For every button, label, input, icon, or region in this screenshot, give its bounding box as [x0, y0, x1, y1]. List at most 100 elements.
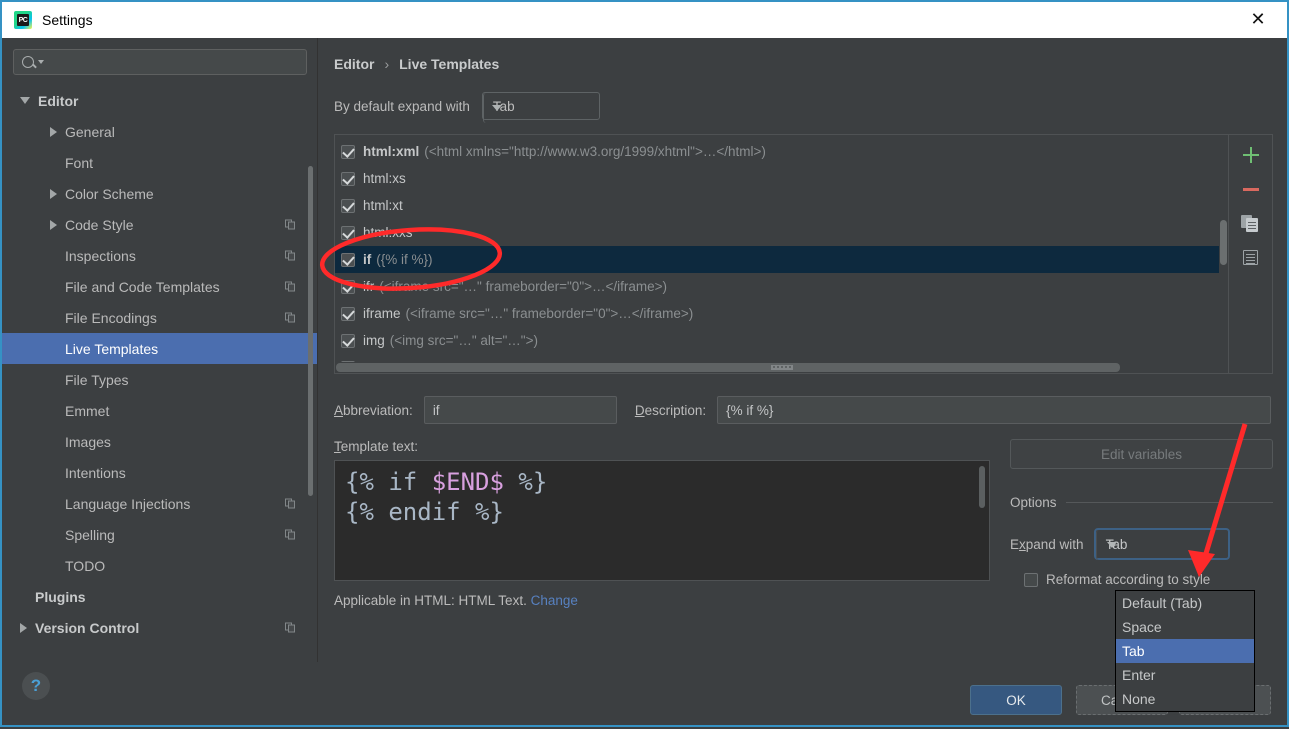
sidebar-item-todo[interactable]: TODO	[2, 550, 318, 581]
reformat-row[interactable]: Reformat according to style	[1010, 572, 1273, 587]
table-row[interactable]: ifr(<iframe src="…" frameborder="0">…</i…	[335, 273, 1228, 300]
sidebar-item-intentions[interactable]: Intentions	[2, 457, 318, 488]
editor-scrollbar-thumb[interactable]	[979, 466, 985, 508]
table-row[interactable]: html:xs	[335, 165, 1228, 192]
remove-icon[interactable]	[1241, 179, 1261, 199]
description-value: {% if %}	[726, 403, 773, 418]
templates-vscroll-thumb[interactable]	[1220, 220, 1227, 265]
copy-icon[interactable]	[1241, 213, 1261, 233]
sidebar-item-version-control[interactable]: Version Control	[2, 612, 318, 643]
sidebar-item-file-and-code-templates[interactable]: File and Code Templates	[2, 271, 318, 302]
project-scope-icon	[285, 498, 296, 509]
duplicate-icon[interactable]	[1241, 247, 1261, 267]
change-context-link[interactable]: Change	[531, 593, 578, 608]
help-icon[interactable]: ?	[22, 672, 50, 700]
description-input[interactable]: {% if %}	[717, 396, 1271, 424]
sidebar-item-code-style[interactable]: Code Style	[2, 209, 318, 240]
edit-variables-button[interactable]: Edit variables	[1010, 439, 1273, 469]
tree-spacer	[50, 562, 57, 569]
table-row[interactable]: html:xxs	[335, 219, 1228, 246]
applicable-text: Applicable in HTML: HTML Text.	[334, 593, 527, 608]
expand-with-row: Expand with Tab	[1010, 528, 1273, 560]
chevron-right-icon[interactable]	[50, 220, 57, 230]
template-enabled-checkbox[interactable]	[341, 307, 355, 321]
template-enabled-checkbox[interactable]	[341, 280, 355, 294]
search-box[interactable]	[13, 49, 307, 75]
sidebar-item-editor[interactable]: Editor	[2, 85, 318, 116]
sidebar-item-language-injections[interactable]: Language Injections	[2, 488, 318, 519]
sidebar-item-font[interactable]: Font	[2, 147, 318, 178]
dropdown-option[interactable]: Enter	[1116, 663, 1254, 687]
table-row[interactable]: html:xt	[335, 192, 1228, 219]
sidebar-item-spelling[interactable]: Spelling	[2, 519, 318, 550]
sidebar-item-label: Language Injections	[65, 496, 190, 512]
expand-with-combo[interactable]: Tab	[1094, 528, 1230, 560]
sidebar-item-images[interactable]: Images	[2, 426, 318, 457]
dropdown-option[interactable]: None	[1116, 687, 1254, 711]
default-expand-row: By default expand with Tab	[334, 92, 1273, 120]
sidebar-item-plugins[interactable]: Plugins	[2, 581, 318, 612]
sidebar-item-general[interactable]: General	[2, 116, 318, 147]
abbreviation-label: Abbreviation:	[334, 403, 413, 418]
table-row[interactable]: img(<img src="…" alt="…">)	[335, 327, 1228, 354]
table-row[interactable]: html:xml(<html xmlns="http://www.w3.org/…	[335, 138, 1228, 165]
tree-spacer	[50, 531, 57, 538]
table-row[interactable]: if({% if %})	[335, 246, 1228, 273]
sidebar-item-label: Editor	[38, 93, 78, 109]
template-text-editor[interactable]: {% if $END$ %} {% endif %}	[334, 460, 990, 581]
template-enabled-checkbox[interactable]	[341, 199, 355, 213]
dropdown-option[interactable]: Space	[1116, 615, 1254, 639]
chevron-down-icon[interactable]	[20, 97, 30, 104]
template-enabled-checkbox[interactable]	[341, 145, 355, 159]
breadcrumb-current: Live Templates	[399, 56, 499, 72]
dropdown-option[interactable]: Default (Tab)	[1116, 591, 1254, 615]
chevron-right-icon[interactable]	[20, 623, 27, 633]
table-row[interactable]: iframe(<iframe src="…" frameborder="0">……	[335, 300, 1228, 327]
resize-grip[interactable]	[771, 365, 793, 370]
sidebar-scrollbar-thumb[interactable]	[308, 166, 313, 496]
tree-spacer	[50, 438, 57, 445]
template-code: {% if $END$ %} {% endif %}	[345, 467, 979, 528]
ok-button[interactable]: OK	[970, 685, 1062, 715]
chevron-down-icon[interactable]	[1096, 530, 1128, 560]
project-scope-icon	[285, 250, 296, 261]
sidebar-item-color-scheme[interactable]: Color Scheme	[2, 178, 318, 209]
template-description: (<iframe src="…" frameborder="0">…</ifra…	[379, 279, 667, 294]
close-icon[interactable]: ✕	[1241, 2, 1275, 38]
chevron-right-icon[interactable]	[50, 189, 57, 199]
breadcrumb-parent[interactable]: Editor	[334, 56, 374, 72]
template-abbreviation: if	[363, 252, 371, 267]
sidebar-item-live-templates[interactable]: Live Templates	[2, 333, 318, 364]
expand-with-dropdown[interactable]: Default (Tab)SpaceTabEnterNone	[1115, 590, 1255, 712]
chevron-right-icon[interactable]	[50, 127, 57, 137]
tree-spacer	[50, 283, 57, 290]
sidebar-item-label: Inspections	[65, 248, 136, 264]
templates-hscroll-thumb[interactable]	[336, 363, 1120, 372]
sidebar-item-inspections[interactable]: Inspections	[2, 240, 318, 271]
template-enabled-checkbox[interactable]	[341, 334, 355, 348]
sidebar-item-label: Font	[65, 155, 93, 171]
sidebar-item-file-encodings[interactable]: File Encodings	[2, 302, 318, 333]
default-expand-combo[interactable]: Tab	[482, 92, 600, 120]
sidebar-item-file-types[interactable]: File Types	[2, 364, 318, 395]
abbreviation-input[interactable]: if	[424, 396, 617, 424]
templates-list[interactable]: html:xml(<html xmlns="http://www.w3.org/…	[334, 134, 1229, 374]
sidebar-item-emmet[interactable]: Emmet	[2, 395, 318, 426]
search-area	[2, 38, 318, 83]
template-enabled-checkbox[interactable]	[341, 172, 355, 186]
reformat-checkbox[interactable]	[1024, 573, 1038, 587]
sidebar-scrollbar[interactable]	[308, 74, 313, 530]
templates-vertical-scrollbar[interactable]	[1219, 135, 1228, 362]
dropdown-option[interactable]: Tab	[1116, 639, 1254, 663]
template-enabled-checkbox[interactable]	[341, 226, 355, 240]
search-input[interactable]	[50, 54, 298, 71]
settings-dialog: PC Settings ✕ EditorGeneralFontColor Sch…	[0, 0, 1289, 727]
template-enabled-checkbox[interactable]	[341, 253, 355, 267]
template-description: (<img src="…" alt="…">)	[390, 333, 538, 348]
sidebar-item-label: File Types	[65, 372, 129, 388]
chevron-down-icon[interactable]	[483, 93, 511, 123]
template-description: (<html xmlns="http://www.w3.org/1999/xht…	[424, 144, 766, 159]
project-scope-icon	[285, 622, 296, 633]
add-icon[interactable]	[1241, 145, 1261, 165]
template-description: (<iframe src="…" frameborder="0">…</ifra…	[406, 306, 694, 321]
